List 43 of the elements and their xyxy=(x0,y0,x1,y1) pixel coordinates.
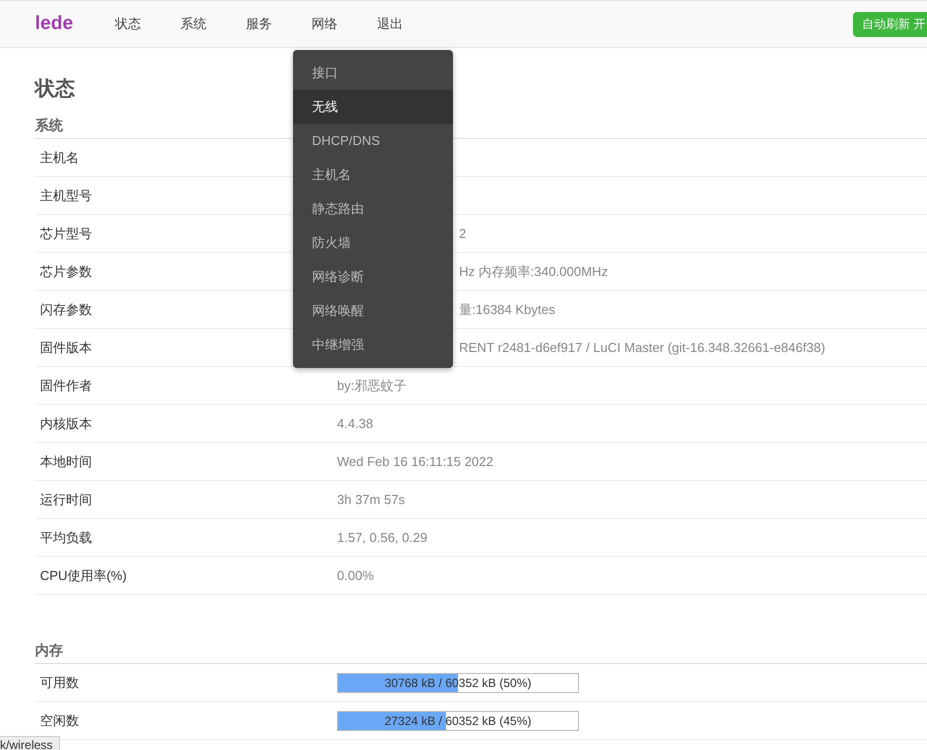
field-label: 可用数 xyxy=(40,674,79,690)
field-label: 运行时间 xyxy=(40,492,92,506)
menu-item[interactable]: 接口 xyxy=(293,56,453,90)
menu-item[interactable]: 无线 xyxy=(293,90,453,124)
field-label: 芯片型号 xyxy=(40,226,92,240)
menu-item[interactable]: 主机名 xyxy=(293,158,453,192)
field-label: 闪存参数 xyxy=(40,302,92,316)
nav-item[interactable]: 退出 xyxy=(377,15,442,33)
field-label: 平均负载 xyxy=(40,530,92,544)
field-value: 2 xyxy=(459,226,466,241)
menu-item[interactable]: 网络唤醒 xyxy=(293,294,453,328)
nav-item[interactable]: 系统 xyxy=(180,15,246,33)
field-label: 固件版本 xyxy=(40,340,92,354)
field-label: 本地时间 xyxy=(40,454,92,468)
field-label: 芯片参数 xyxy=(40,264,92,278)
menu-item[interactable]: 中继增强 xyxy=(293,328,453,362)
field-value: RENT r2481-d6ef917 / LuCI Master (git-16.348.32661-e846f38) xyxy=(459,340,826,355)
field-label: CPU使用率(%) xyxy=(40,568,127,582)
field-value: 0.00% xyxy=(337,568,374,583)
nav-item[interactable]: 服务 xyxy=(246,15,312,33)
field-label: 内核版本 xyxy=(40,416,92,430)
progress-reading: 27324 kB / 60352 kB (45%) xyxy=(384,712,532,730)
section-title: 内存 xyxy=(35,641,927,664)
field-value: 3h 37m 57s xyxy=(337,492,405,507)
auto-refresh-button[interactable]: 自动刷新 开 xyxy=(853,12,927,36)
field-value: Wed Feb 16 16:11:15 2022 xyxy=(337,454,494,469)
menu-item[interactable]: 网络诊断 xyxy=(293,260,453,294)
menu-item[interactable]: 防火墙 xyxy=(293,226,453,260)
status-url: k/wireless xyxy=(0,736,60,750)
logo[interactable]: lede xyxy=(35,13,115,35)
field-value: 4.4.38 xyxy=(337,416,374,431)
field-label: 空闲数 xyxy=(40,712,79,728)
field-label: 主机型号 xyxy=(40,188,92,202)
field-value: by:邪恶蚊子 xyxy=(337,376,406,394)
field-label: 固件作者 xyxy=(40,378,92,392)
field-label: 主机名 xyxy=(40,150,79,164)
menu-item[interactable]: 静态路由 xyxy=(293,192,453,226)
field-value: 1.57, 0.56, 0.29 xyxy=(337,530,428,545)
nav-item[interactable]: 状态 xyxy=(115,15,180,33)
field-value: 量:16384 Kbytes xyxy=(459,300,556,318)
page-title: 状态 xyxy=(35,77,76,102)
field-value: Hz 内存频率:340.000MHz xyxy=(459,262,608,280)
nav-item[interactable]: 网络 xyxy=(312,15,377,33)
